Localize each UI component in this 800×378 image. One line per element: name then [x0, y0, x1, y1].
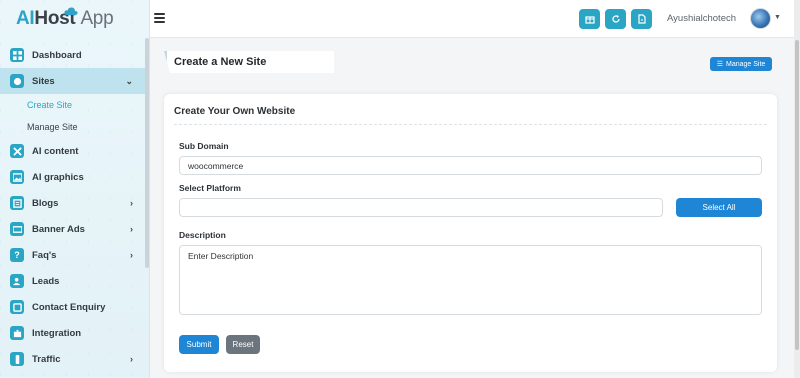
scrollbar-thumb[interactable] [795, 40, 799, 350]
sidebar-item-leads[interactable]: Leads [0, 268, 149, 294]
chevron-right-icon: › [130, 250, 133, 260]
sidebar-item-ai-graphics[interactable]: AI graphics [0, 164, 149, 190]
sidebar-item-label: Dashboard [32, 49, 82, 61]
select-all-button[interactable]: Select All [676, 198, 762, 217]
document-icon [637, 14, 646, 24]
description-textarea[interactable] [179, 245, 762, 315]
document-button[interactable] [631, 9, 652, 29]
list-icon: ☰ [716, 61, 723, 68]
manage-site-label: Manage Site [725, 60, 766, 68]
platform-select[interactable] [179, 198, 663, 217]
sidebar-item-traffic[interactable]: Traffic › [0, 346, 149, 372]
sidebar-item-banner-ads[interactable]: Banner Ads › [0, 216, 149, 242]
manage-site-button[interactable]: ☰ Manage Site [710, 57, 772, 71]
banner-icon [10, 222, 24, 236]
sidebar-item-label: Banner Ads [32, 223, 85, 235]
logo-app-text: App [80, 8, 114, 29]
hamburger-menu-icon[interactable] [154, 13, 165, 23]
caret-down-icon[interactable]: ▼ [774, 14, 781, 21]
sidebar-item-label: Blogs [32, 197, 59, 209]
chevron-right-icon: › [130, 224, 133, 234]
sidebar-scrollbar[interactable] [145, 38, 149, 268]
sites-icon [10, 74, 24, 88]
sidebar-item-label: AI content [32, 145, 79, 157]
chevron-right-icon: › [130, 354, 133, 364]
image-icon [10, 170, 24, 184]
sidebar-subitem-manage-site[interactable]: Manage Site [0, 116, 149, 138]
ai-content-icon [10, 144, 24, 158]
sidebar-item-integration[interactable]: Integration [0, 320, 149, 346]
app-logo[interactable]: AI Host App [0, 0, 149, 38]
sidebar-item-faqs[interactable]: ? Faq's › [0, 242, 149, 268]
avatar[interactable] [750, 8, 771, 29]
sidebar-item-blogs[interactable]: Blogs › [0, 190, 149, 216]
sidebar-nav: Dashboard Sites ⌄ Create Site Manage Sit… [0, 42, 149, 372]
sidebar-item-contact-enquiry[interactable]: Contact Enquiry [0, 294, 149, 320]
chevron-down-icon: ⌄ [125, 76, 133, 86]
sidebar-item-dashboard[interactable]: Dashboard [0, 42, 149, 68]
blog-icon [10, 196, 24, 210]
divider [174, 124, 767, 125]
sidebar-item-label: Sites [32, 75, 55, 87]
cloud-icon [64, 7, 78, 15]
sidebar-item-label: Traffic [32, 353, 61, 365]
gift-button[interactable] [579, 9, 600, 29]
subdomain-label: Sub Domain [179, 141, 229, 151]
user-plus-icon [10, 274, 24, 288]
gift-icon [584, 16, 595, 24]
page-header: Create a New Site [164, 51, 334, 73]
traffic-icon [10, 352, 24, 366]
submit-button[interactable]: Submit [179, 335, 219, 354]
sidebar-item-label: Contact Enquiry [32, 301, 106, 313]
page-scrollbar[interactable] [794, 0, 800, 378]
sidebar-item-sites[interactable]: Sites ⌄ [0, 68, 149, 94]
card-title: Create Your Own Website [174, 106, 296, 117]
refresh-icon [611, 15, 620, 23]
sidebar-subitem-create-site[interactable]: Create Site [0, 94, 149, 116]
platform-label: Select Platform [179, 183, 241, 193]
sidebar-subitem-label: Manage Site [27, 122, 78, 132]
sidebar-item-label: AI graphics [32, 171, 84, 183]
sidebar-item-label: Integration [32, 327, 82, 339]
dashboard-icon [10, 48, 24, 62]
subdomain-input[interactable] [179, 156, 762, 175]
contact-icon [10, 300, 24, 314]
sidebar: AI Host App Dashboard Sites ⌄ Create Site … [0, 0, 150, 378]
sidebar-item-label: Leads [32, 275, 60, 287]
reset-button[interactable]: Reset [226, 335, 260, 354]
top-bar: Ayushialchotech ▼ [150, 0, 798, 38]
user-name[interactable]: Ayushialchotech [667, 13, 736, 24]
puzzle-icon [10, 326, 24, 340]
create-site-form-card: Create Your Own Website Sub Domain Selec… [164, 94, 777, 372]
sidebar-subitem-label: Create Site [27, 100, 73, 110]
description-label: Description [179, 230, 226, 240]
chevron-right-icon: › [130, 198, 133, 208]
refresh-button[interactable] [605, 9, 626, 29]
sidebar-item-label: Faq's [32, 249, 57, 261]
sidebar-item-ai-content[interactable]: AI content [0, 138, 149, 164]
question-icon: ? [10, 248, 24, 262]
page-title: Create a New Site [174, 56, 267, 68]
logo-ai-text: AI [16, 8, 35, 29]
